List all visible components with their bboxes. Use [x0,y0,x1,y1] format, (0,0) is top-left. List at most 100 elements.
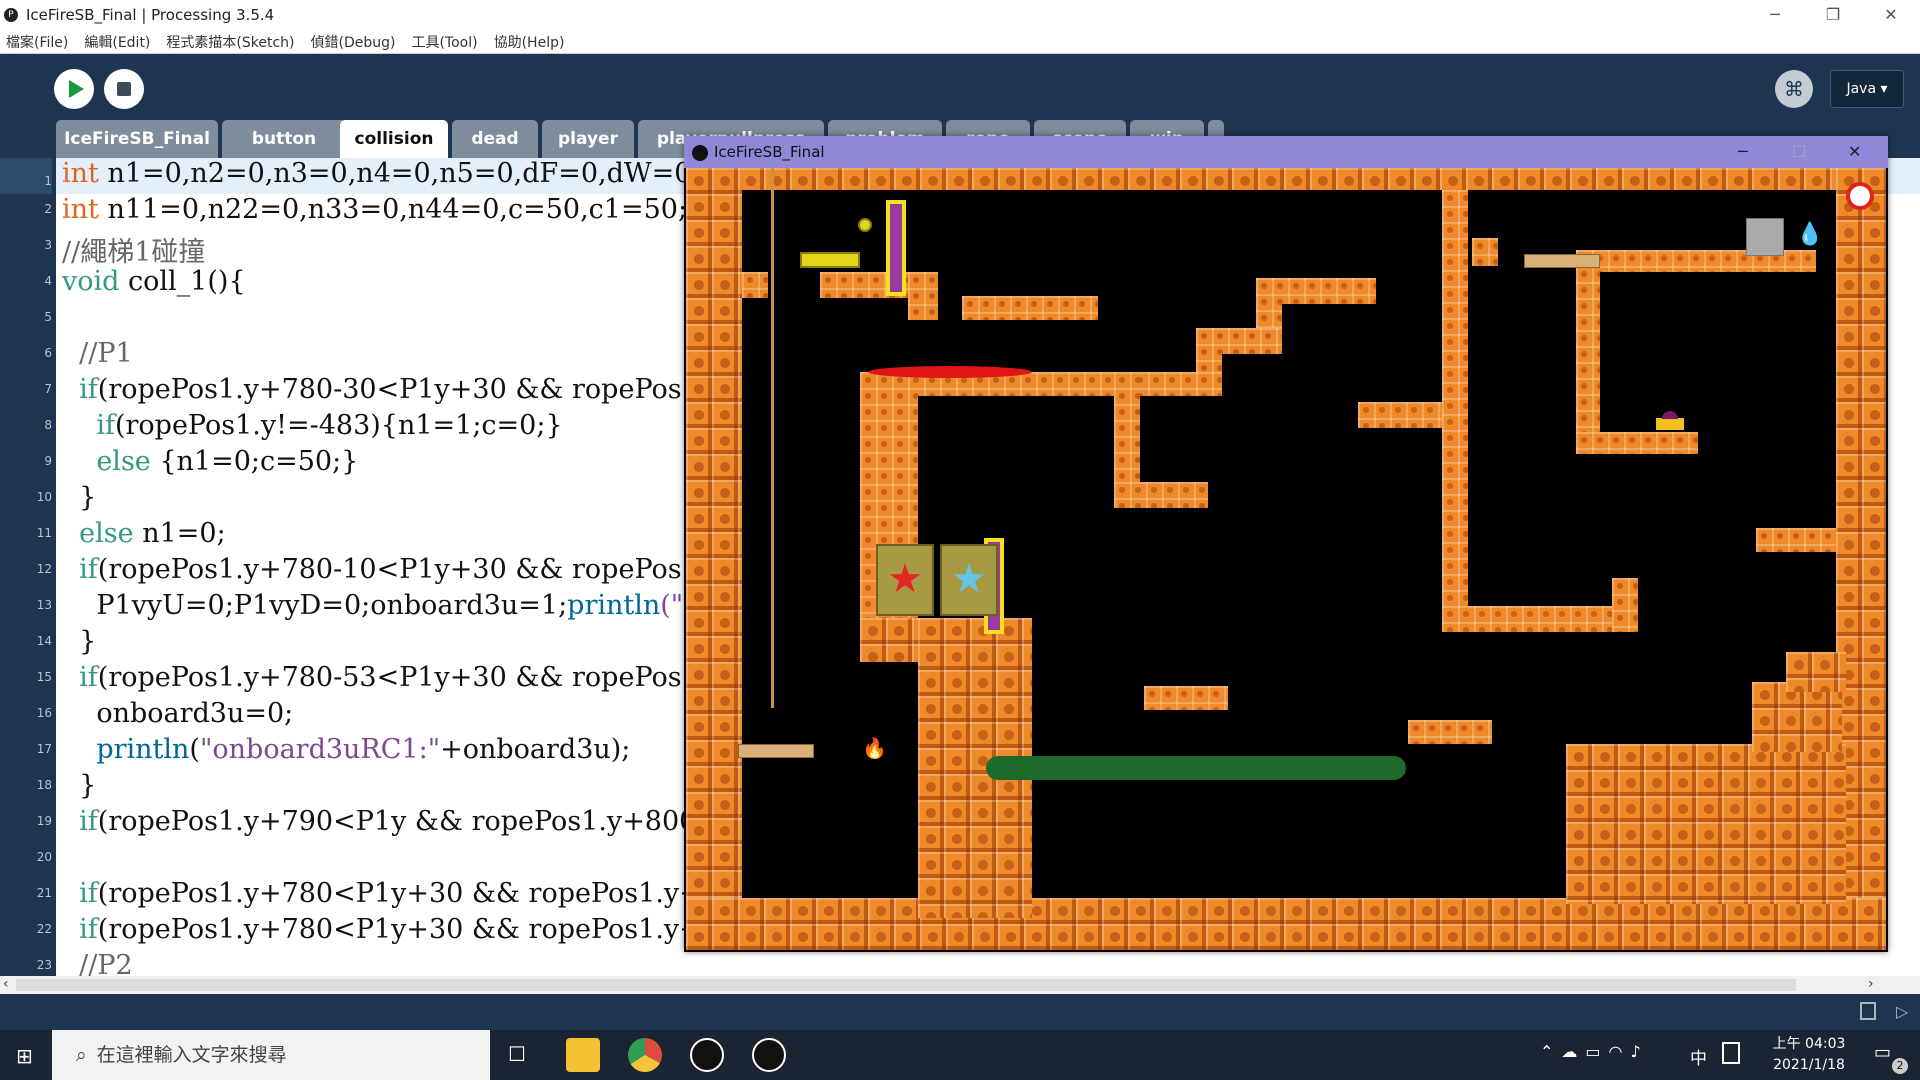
horizontal-scrollbar[interactable]: ‹ › [0,976,1920,994]
ime-mode-icon[interactable] [1722,1042,1740,1064]
stone-block [1746,218,1784,256]
sketch-titlebar: IceFireSB_Final ─ ☐ ✕ [684,136,1888,168]
platform [742,272,768,298]
menu-file[interactable]: 檔案(File) [6,32,68,52]
line-number: 1 [0,158,52,194]
line-number: 12 [36,562,52,576]
water-drop-icon: 💧 [1796,222,1824,247]
task-view-icon[interactable]: ☐ [508,1042,526,1066]
tab-dead[interactable]: dead [452,120,538,158]
clock[interactable]: 上午 04:03 2021/1/18 [1748,1034,1870,1076]
tab-button[interactable]: button [222,120,346,158]
close-button[interactable]: ✕ [1862,0,1920,30]
platform [962,296,1098,320]
restart-icon[interactable] [1846,182,1874,210]
mode-selector[interactable]: Java ▾ [1830,70,1904,108]
platform [1756,528,1836,552]
menu-bar: 檔案(File) 編輯(Edit) 程式素描本(Sketch) 偵錯(Debug… [0,30,1920,54]
ime-indicator[interactable]: 中 [1690,1044,1707,1069]
menu-edit[interactable]: 編輯(Edit) [84,32,150,52]
swing-platform [738,744,814,758]
code-line: else n1=0; [62,518,226,549]
code-line: if(ropePos1.y+780<P1y+30 && ropePos1.y+8 [62,878,719,909]
scroll-left-icon[interactable]: ‹ [3,976,9,992]
menu-debug[interactable]: 偵錯(Debug) [311,32,396,52]
line-number: 6 [44,346,52,360]
tab-player[interactable]: player [542,120,634,158]
code-line: else {n1=0;c=50;} [62,446,359,477]
line-number: 5 [44,310,52,324]
windows-start-icon[interactable]: ⊞ [16,1044,33,1068]
file-explorer-icon[interactable] [566,1038,600,1072]
code-line: //P1 [62,338,133,369]
fire-icon: 🔥 [862,736,887,760]
code-line: println("onboard3uRC1:"+onboard3u); [62,734,631,765]
scroll-right-icon[interactable]: › [1868,976,1874,992]
wall-left [686,168,742,950]
pressure-button [1656,418,1684,430]
line-number-gutter: 1 2 3 4 5 6 7 8 9 10 11 12 13 14 15 16 1… [0,158,56,976]
line-number: 4 [44,274,52,288]
line-number: 10 [36,490,52,504]
platform [1358,402,1446,428]
debug-icon[interactable]: ⌘ [1775,70,1813,108]
code-line: if(ropePos1.y!=-483){n1=1;c=0;} [62,410,563,441]
taskbar-search[interactable]: ⌕ 在這裡輸入文字來搜尋 [52,1030,490,1080]
code-line: if(ropePos1.y+790<P1y && ropePos1.y+800+ [62,806,719,837]
red-star-icon: ★ [887,556,923,602]
line-number: 23 [36,958,52,972]
sketch-minimize-button[interactable]: ─ [1738,136,1748,168]
tab-icefiresb-final[interactable]: IceFireSB_Final [56,120,218,158]
stop-button[interactable] [104,69,144,109]
line-number: 7 [44,382,52,396]
code-line: int n11=0,n22=0,n33=0,n44=0,c=50,c1=50; [62,194,688,225]
line-number: 3 [44,238,52,252]
window-title: IceFireSB_Final | Processing 3.5.4 [26,6,275,24]
restore-button[interactable]: ❐ [1804,0,1862,30]
tab-collision[interactable]: collision [340,120,448,158]
game-canvas[interactable]: ★ ★ 💧 🔥 [686,168,1886,950]
console-icon[interactable] [1860,1002,1876,1020]
sketch-title: IceFireSB_Final [714,143,825,161]
scrollbar-thumb[interactable] [16,979,1796,991]
processing-icon[interactable] [690,1038,724,1072]
code-line: } [62,770,97,801]
code-line: if(ropePos1.y+780<P1y+30 && ropePos1.y+8 [62,914,719,945]
run-button[interactable] [54,69,94,109]
search-icon: ⌕ [76,1044,87,1066]
platform [1576,432,1698,454]
sketch-window[interactable]: IceFireSB_Final ─ ☐ ✕ ★ ★ 💧 🔥 [684,136,1888,952]
line-number: 19 [36,814,52,828]
error-toggle-icon[interactable]: ▷ [1896,1002,1908,1021]
processing-app-icon: P [4,8,18,22]
taskbar: ⊞ ⌕ 在這裡輸入文字來搜尋 ☐ ⌃☁▭◠♪ 中 上午 04:03 2021/1/1… [0,1030,1920,1080]
sketch-running-icon[interactable] [752,1038,786,1072]
line-number: 2 [44,202,52,216]
floor-step [1786,652,1846,692]
platform [908,272,938,320]
sketch-close-button[interactable]: ✕ [1848,136,1861,168]
sketch-maximize-button[interactable]: ☐ [1792,136,1806,168]
menu-tool[interactable]: 工具(Tool) [411,32,477,52]
code-line: } [62,626,97,657]
notification-icon[interactable]: ▭ [1874,1042,1891,1063]
platform [1442,606,1638,632]
line-number: 11 [36,526,52,540]
button-cap [1662,411,1678,419]
chrome-icon[interactable] [628,1038,662,1072]
code-line: if(ropePos1.y+780-10<P1y+30 && ropePos1. [62,554,708,585]
line-number: 20 [36,850,52,864]
notification-badge: 2 [1892,1058,1908,1074]
fire-door: ★ [876,544,934,616]
line-number: 18 [36,778,52,792]
line-number: 8 [44,418,52,432]
platform [1472,238,1498,266]
center-column [1442,190,1468,630]
code-line: P1vyU=0;P1vyD=0;onboard3u=1;println("c [62,590,699,621]
menu-sketch[interactable]: 程式素描本(Sketch) [166,32,294,52]
system-tray: ⌃☁▭◠♪ [1540,1042,1649,1061]
line-number: 22 [36,922,52,936]
menu-help[interactable]: 協助(Help) [494,32,565,52]
minimize-button[interactable]: ─ [1746,0,1804,30]
line-number: 16 [36,706,52,720]
